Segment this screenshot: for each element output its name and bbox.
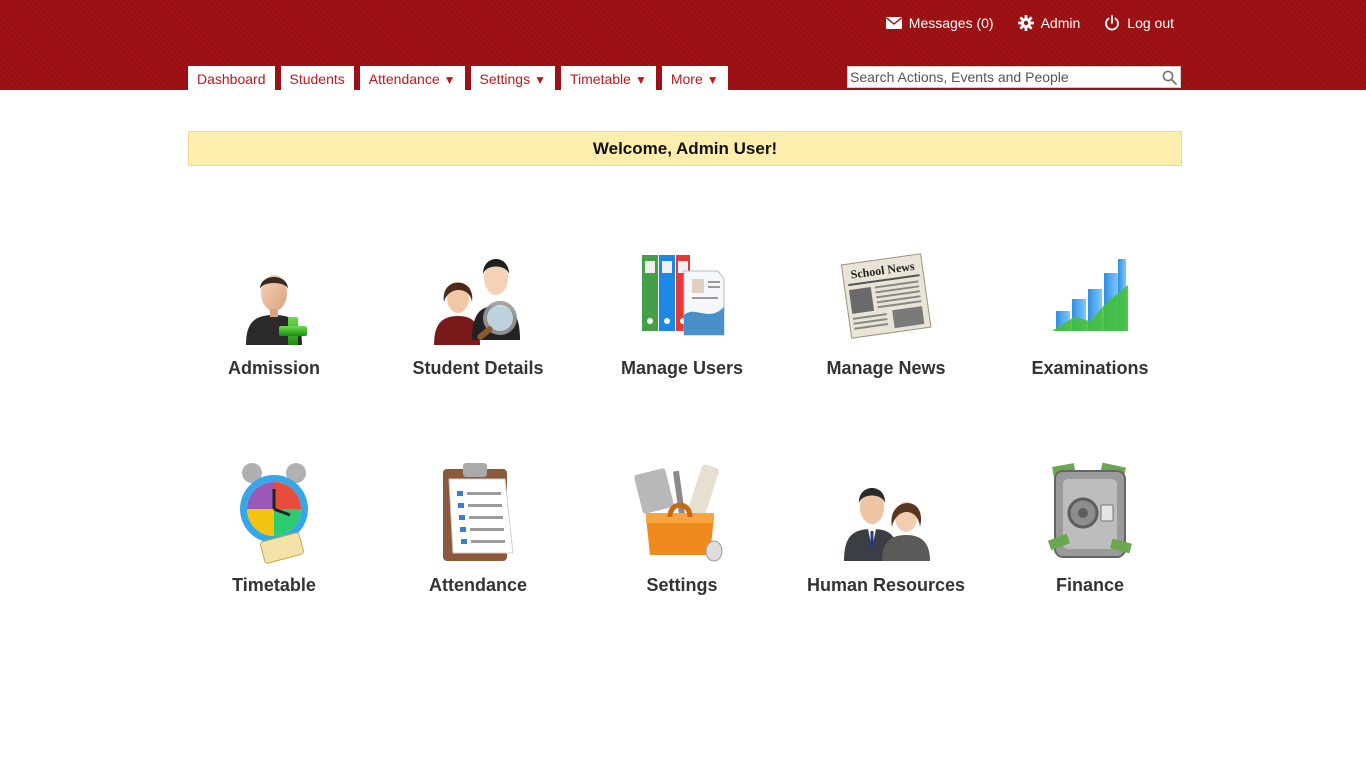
tile-manage-news[interactable]: School News Manage News xyxy=(784,240,988,379)
nav-tab-timetable[interactable]: Timetable ▼ xyxy=(560,66,656,90)
settings-icon xyxy=(627,457,737,567)
tile-settings[interactable]: Settings xyxy=(580,457,784,596)
gear-icon xyxy=(1017,15,1034,31)
caret-down-icon: ▼ xyxy=(443,73,456,87)
tile-finance[interactable]: Finance xyxy=(988,457,1192,596)
admission-icon xyxy=(219,240,329,350)
nav-tab-more[interactable]: More ▼ xyxy=(661,66,728,90)
tile-label: Examinations xyxy=(1031,358,1149,378)
tile-label: Admission xyxy=(227,358,320,378)
tile-label: Manage Users xyxy=(620,358,744,378)
nav-tab-label: Attendance xyxy=(368,71,440,87)
admin-link[interactable]: Admin xyxy=(1017,15,1081,31)
user-toolbar: Messages (0) Admin Log out xyxy=(885,13,1174,33)
tile-label: Finance xyxy=(1055,575,1125,595)
search-input[interactable] xyxy=(848,67,1158,87)
tile-label: Manage News xyxy=(826,358,946,378)
main-nav: Dashboard Students Attendance ▼ Settings ▼… xyxy=(188,66,728,90)
nav-tab-attendance[interactable]: Attendance ▼ xyxy=(359,66,465,90)
examinations-icon xyxy=(1035,240,1145,350)
timetable-icon xyxy=(219,457,329,567)
tile-timetable[interactable]: Timetable xyxy=(172,457,376,596)
manage-news-icon: School News xyxy=(831,240,941,350)
logout-link[interactable]: Log out xyxy=(1104,15,1174,31)
human-resources-icon xyxy=(831,457,941,567)
attendance-icon xyxy=(423,457,533,567)
messages-label: Messages (0) xyxy=(908,15,994,31)
tile-label: Student Details xyxy=(412,358,544,378)
tile-student-details[interactable]: Student Details xyxy=(376,240,580,379)
tile-label: Attendance xyxy=(428,575,527,595)
nav-tab-settings[interactable]: Settings ▼ xyxy=(470,66,555,90)
tile-manage-users[interactable]: Manage Users xyxy=(580,240,784,379)
nav-tab-label: More xyxy=(670,71,703,87)
dashboard-tiles: Admission Student Details Manage Users S… xyxy=(172,240,1192,596)
nav-tab-label: Timetable xyxy=(569,71,631,87)
tile-admission[interactable]: Admission xyxy=(172,240,376,379)
tile-label: Settings xyxy=(646,575,718,595)
nav-tab-students[interactable]: Students xyxy=(280,66,354,90)
manage-users-icon xyxy=(627,240,737,350)
tile-label: Human Resources xyxy=(806,575,966,595)
tile-label: Timetable xyxy=(232,575,316,595)
tile-attendance[interactable]: Attendance xyxy=(376,457,580,596)
top-header: Messages (0) Admin Log out Dashboard Stu… xyxy=(0,0,1366,90)
caret-down-icon: ▼ xyxy=(534,73,546,87)
tile-human-resources[interactable]: Human Resources xyxy=(784,457,988,596)
messages-link[interactable]: Messages (0) xyxy=(885,15,994,31)
nav-tab-label: Settings xyxy=(479,71,531,87)
search-box xyxy=(847,66,1181,88)
caret-down-icon: ▼ xyxy=(706,73,719,87)
search-icon[interactable] xyxy=(1158,67,1180,87)
nav-tab-label: Dashboard xyxy=(197,71,266,87)
power-icon xyxy=(1104,15,1120,31)
student-details-icon xyxy=(423,240,533,350)
admin-label: Admin xyxy=(1040,15,1081,31)
welcome-banner: Welcome, Admin User! xyxy=(188,131,1182,166)
finance-icon xyxy=(1035,457,1145,567)
nav-tab-dashboard[interactable]: Dashboard xyxy=(188,66,275,90)
tile-examinations[interactable]: Examinations xyxy=(988,240,1192,379)
envelope-icon xyxy=(885,17,902,29)
caret-down-icon: ▼ xyxy=(634,73,647,87)
logout-label: Log out xyxy=(1127,15,1174,31)
nav-tab-label: Students xyxy=(289,71,345,87)
